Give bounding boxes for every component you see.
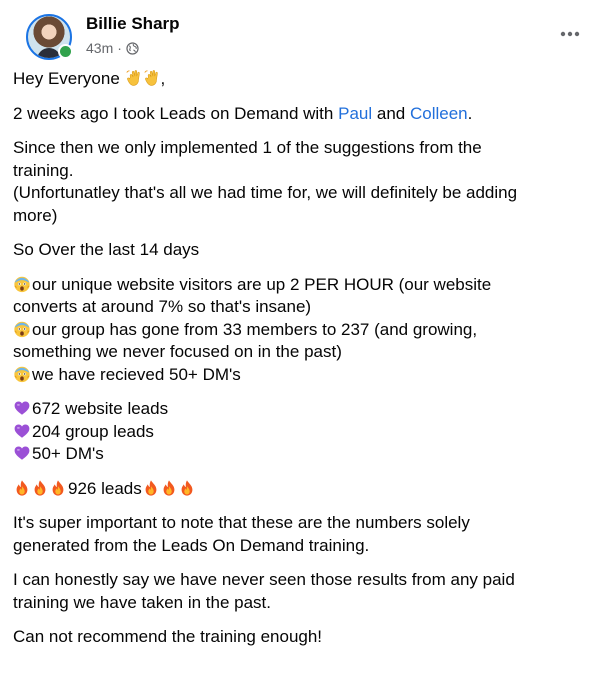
shocked-face-emoji	[13, 320, 32, 338]
more-options-icon	[560, 31, 580, 37]
globe-icon[interactable]	[126, 41, 139, 55]
intro-line: 2 weeks ago I took Leads on Demand with …	[13, 103, 473, 123]
over-last-line: So Over the last 14 days	[13, 240, 200, 259]
more-options-button[interactable]	[554, 18, 586, 50]
purple-heart-emoji	[13, 422, 32, 440]
fire-emoji	[142, 479, 160, 497]
total-leads-line: 926 leads	[13, 478, 585, 501]
fire-emoji	[49, 479, 68, 497]
leads-list: 672 website leads 204 group leads 50+ DM…	[13, 398, 585, 466]
purple-heart-emoji	[13, 444, 32, 462]
shocked-face-emoji	[13, 365, 32, 383]
honest-paragraph: I can honestly say we have never seen th…	[13, 570, 515, 612]
mention-colleen[interactable]: Colleen	[410, 104, 468, 123]
purple-heart-emoji	[13, 399, 32, 417]
fire-emoji	[31, 479, 49, 497]
mention-paul[interactable]: Paul	[338, 104, 372, 123]
recommend-line: Can not recommend the training enough!	[13, 627, 323, 646]
online-status-dot	[58, 44, 73, 59]
meta-separator: ·	[117, 40, 122, 56]
stats-list: our unique website visitors are up 2 PER…	[13, 274, 492, 384]
post-header: Billie Sharp 43m ·	[13, 0, 595, 68]
waving-hand-emoji	[125, 69, 143, 87]
avatar[interactable]	[26, 14, 73, 60]
greeting-line: Hey Everyone ,	[13, 69, 166, 88]
note-paragraph: It's super important to note that these …	[13, 513, 470, 555]
post-card: Billie Sharp 43m · Hey Everyone , 2 week…	[0, 0, 611, 674]
post-meta: 43m ·	[86, 40, 139, 56]
since-paragraph: Since then we only implemented 1 of the …	[13, 138, 518, 225]
fire-emoji	[178, 479, 196, 497]
fire-emoji	[13, 479, 31, 497]
fire-emoji	[160, 479, 178, 497]
timestamp[interactable]: 43m	[86, 40, 113, 56]
author-name[interactable]: Billie Sharp	[86, 14, 180, 34]
waving-hand-emoji	[143, 69, 161, 87]
shocked-face-emoji	[13, 275, 32, 293]
post-body: Hey Everyone , 2 weeks ago I took Leads …	[13, 68, 585, 649]
